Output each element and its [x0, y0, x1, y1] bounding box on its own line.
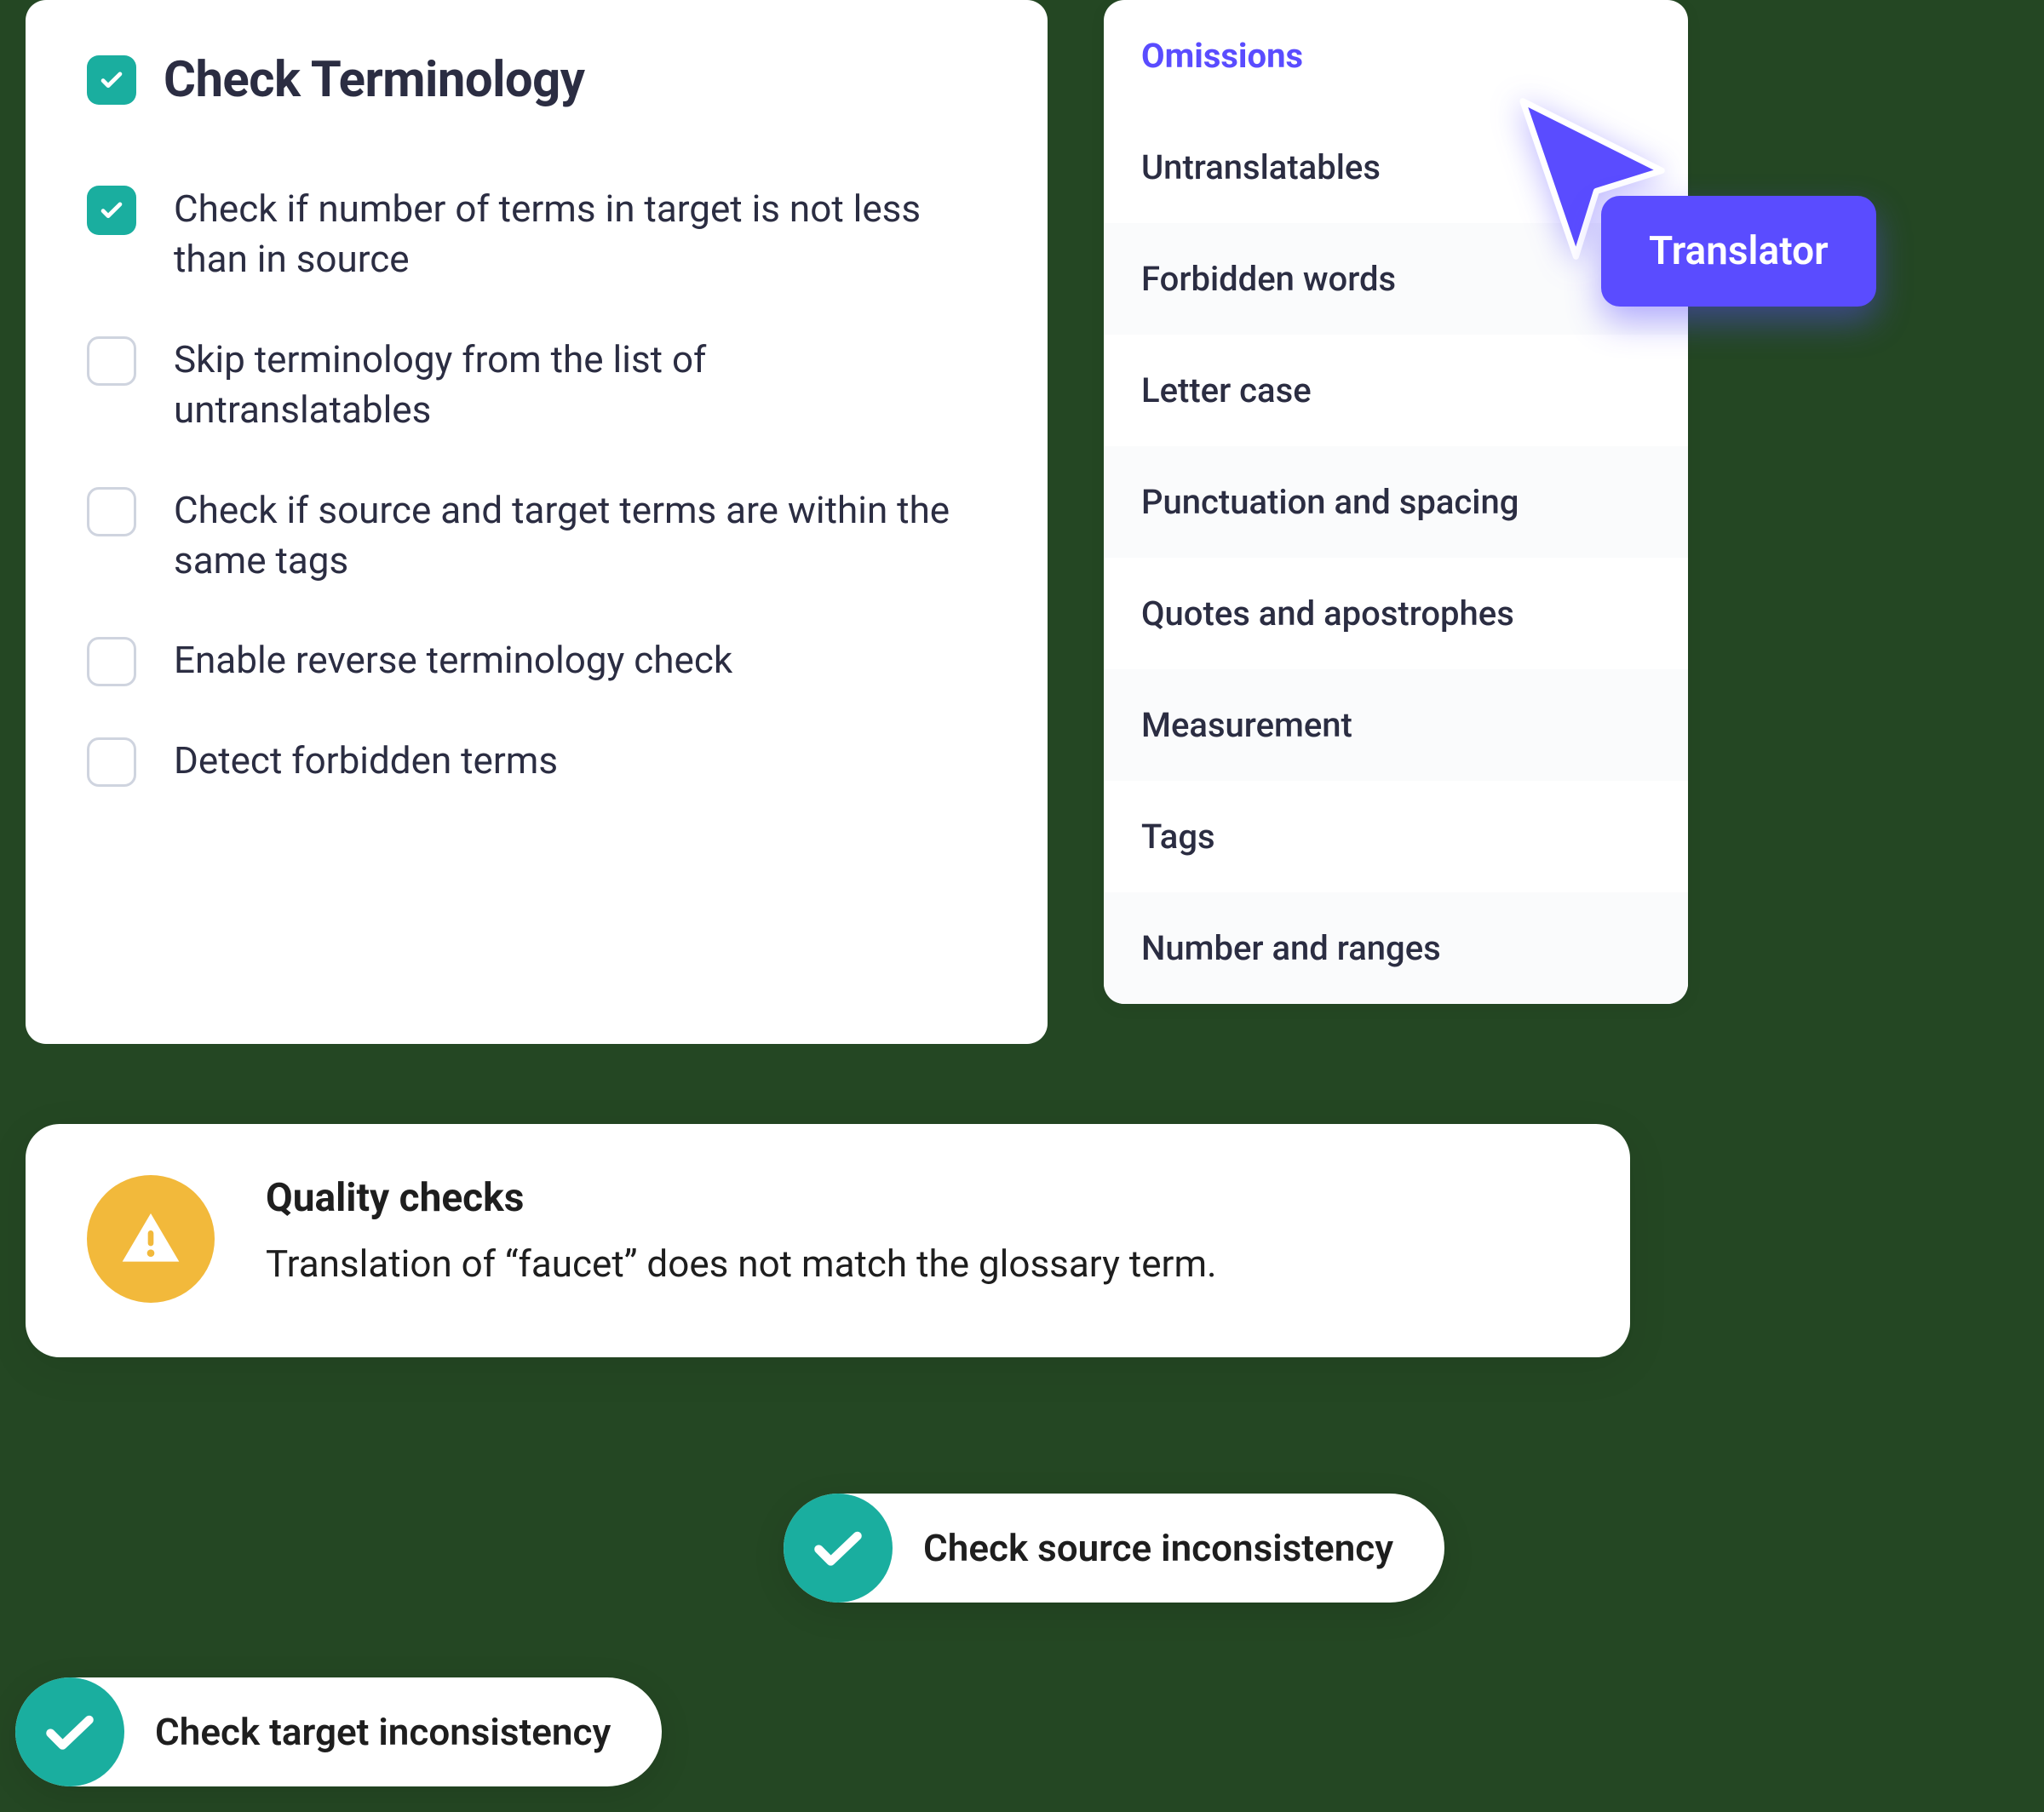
category-item[interactable]: Tags	[1104, 781, 1688, 892]
category-item[interactable]: Number and ranges	[1104, 892, 1688, 1004]
option-label: Skip terminology from the list of untran…	[174, 335, 957, 436]
terminology-option: Check if source and target terms are wit…	[87, 485, 986, 587]
option-checkbox[interactable]	[87, 186, 136, 235]
option-checkbox[interactable]	[87, 336, 136, 386]
quality-checks-message: Translation of “faucet” does not match t…	[266, 1241, 1217, 1286]
option-checkbox[interactable]	[87, 737, 136, 787]
pill-check-badge	[784, 1494, 893, 1603]
terminology-master-checkbox[interactable]	[87, 55, 136, 105]
category-item[interactable]: Letter case	[1104, 335, 1688, 446]
check-source-inconsistency-pill[interactable]: Check source inconsistency	[784, 1494, 1444, 1603]
terminology-header: Check Terminology	[87, 51, 986, 109]
check-icon	[97, 196, 126, 225]
terminology-card: Check Terminology Check if number of ter…	[26, 0, 1048, 1044]
terminology-option: Skip terminology from the list of untran…	[87, 335, 986, 436]
terminology-option: Enable reverse terminology check	[87, 635, 986, 686]
terminology-options: Check if number of terms in target is no…	[87, 184, 986, 787]
warning-icon	[117, 1205, 185, 1273]
category-item[interactable]: Untranslatables	[1104, 112, 1688, 223]
categories-card: Omissions Untranslatables Forbidden word…	[1104, 0, 1688, 1004]
option-label: Detect forbidden terms	[174, 736, 558, 786]
check-target-inconsistency-pill[interactable]: Check target inconsistency	[15, 1677, 662, 1786]
check-icon	[809, 1519, 867, 1577]
terminology-option: Detect forbidden terms	[87, 736, 986, 787]
option-checkbox[interactable]	[87, 637, 136, 686]
quality-checks-title: Quality checks	[266, 1175, 1217, 1221]
quality-checks-text: Quality checks Translation of “faucet” d…	[266, 1175, 1217, 1286]
category-item-omissions[interactable]: Omissions	[1104, 0, 1688, 112]
terminology-title: Check Terminology	[164, 51, 585, 109]
pill-label: Check target inconsistency	[155, 1710, 611, 1754]
warning-badge	[87, 1175, 215, 1303]
check-icon	[97, 66, 126, 95]
quality-checks-card: Quality checks Translation of “faucet” d…	[26, 1124, 1630, 1357]
option-label: Check if number of terms in target is no…	[174, 184, 957, 285]
terminology-option: Check if number of terms in target is no…	[87, 184, 986, 285]
translator-role-pill[interactable]: Translator	[1601, 196, 1876, 307]
pill-check-badge	[15, 1677, 124, 1786]
category-item[interactable]: Quotes and apostrophes	[1104, 558, 1688, 669]
check-icon	[41, 1703, 99, 1761]
category-item[interactable]: Punctuation and spacing	[1104, 446, 1688, 558]
category-item[interactable]: Measurement	[1104, 669, 1688, 781]
option-label: Enable reverse terminology check	[174, 635, 732, 685]
option-checkbox[interactable]	[87, 487, 136, 536]
translator-label: Translator	[1649, 228, 1829, 274]
pill-label: Check source inconsistency	[923, 1526, 1393, 1570]
option-label: Check if source and target terms are wit…	[174, 485, 957, 587]
